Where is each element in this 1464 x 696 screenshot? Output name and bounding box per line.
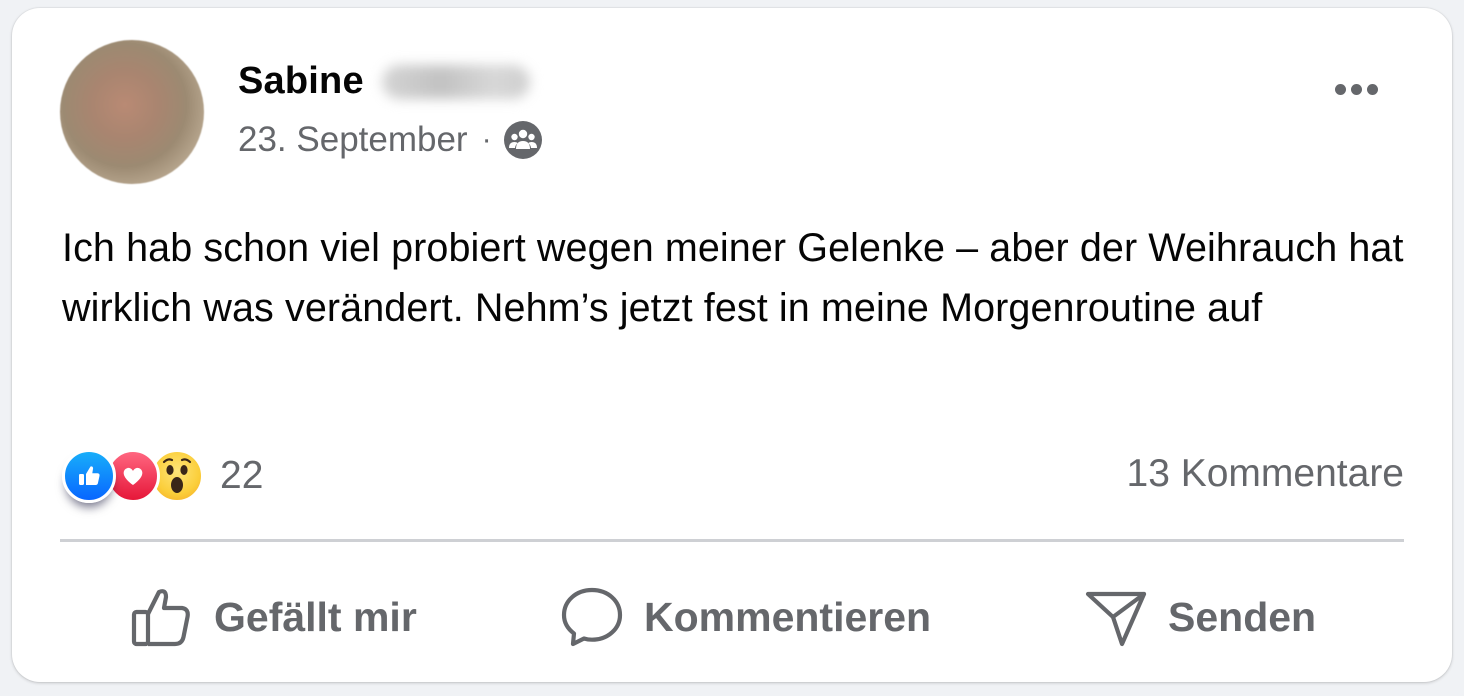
comment-button-label: Kommentieren <box>644 593 932 640</box>
more-dot-icon <box>1366 83 1378 95</box>
author-surname-redacted <box>381 64 530 99</box>
like-reaction-icon <box>62 449 116 503</box>
avatar[interactable] <box>60 40 204 184</box>
action-bar: Gefällt mir Kommentieren Senden <box>60 568 1404 660</box>
post-card: Sabine 23. September · Ich hab schon vie… <box>12 8 1452 682</box>
divider <box>60 539 1404 542</box>
thumbs-up-icon <box>131 589 190 647</box>
like-button-label: Gefällt mir <box>214 593 417 640</box>
comments-count-link[interactable]: 13 Kommentare <box>1127 452 1404 496</box>
author-name[interactable]: Sabine <box>238 60 364 103</box>
comment-button[interactable]: Kommentieren <box>560 586 931 648</box>
like-button[interactable]: Gefällt mir <box>130 586 417 648</box>
reaction-count[interactable]: 22 <box>220 454 263 498</box>
meta-separator: · <box>481 123 492 156</box>
share-button-label: Senden <box>1168 593 1317 640</box>
group-icon <box>503 121 542 159</box>
reactions-summary[interactable]: 22 <box>62 446 263 506</box>
send-icon <box>1085 591 1147 647</box>
more-dot-icon <box>1350 83 1362 95</box>
post-text: Ich hab schon viel probiert wegen meiner… <box>62 226 1404 330</box>
comment-icon <box>561 587 623 647</box>
more-dot-icon <box>1334 83 1346 95</box>
post-meta: 23. September · <box>238 120 542 160</box>
post-date[interactable]: 23. September <box>238 120 468 160</box>
post-author[interactable]: Sabine <box>238 60 530 103</box>
more-options-button[interactable] <box>1326 72 1386 106</box>
share-button[interactable]: Senden <box>1084 586 1316 648</box>
